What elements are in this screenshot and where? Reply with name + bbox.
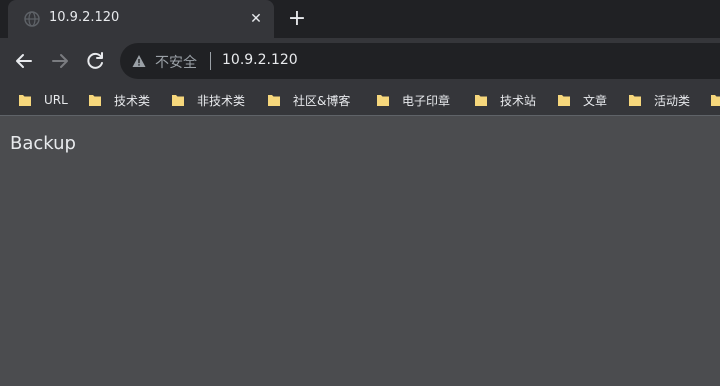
page-content: Backup [0, 116, 720, 386]
bookmark-tech[interactable]: 技术类 [88, 90, 150, 110]
bookmark-label: 活动类 [654, 93, 691, 108]
bookmark-label: 文章 [583, 93, 608, 108]
toolbar: 不安全 10.9.2.120 [0, 38, 720, 84]
tab-strip: 10.9.2.120 ✕ + [0, 0, 720, 38]
close-icon[interactable]: ✕ [246, 9, 266, 29]
bookmark-events[interactable]: 活动类 [628, 90, 690, 110]
bookmark-articles[interactable]: 文章 [557, 90, 607, 110]
bookmark-overflow-folder[interactable] [710, 90, 720, 110]
forward-arrow-icon[interactable] [48, 49, 72, 73]
security-label[interactable]: 不安全 [155, 52, 197, 72]
bookmark-non-tech[interactable]: 非技术类 [171, 90, 245, 110]
bookmark-label: 社区&博客 [293, 93, 351, 108]
bookmarks-bar: URL 技术类 非技术类 社区&博客 电子印章 技术站 文章 活动类 [0, 84, 720, 116]
bookmark-label: 电子印章 [402, 93, 451, 108]
warning-triangle-icon[interactable] [132, 54, 146, 68]
bookmark-url[interactable]: URL [18, 90, 68, 110]
divider [210, 52, 211, 70]
folder-icon [89, 95, 101, 106]
folder-icon [711, 95, 720, 106]
back-arrow-icon[interactable] [12, 49, 36, 73]
reload-icon[interactable] [83, 49, 107, 73]
tab-title: 10.9.2.120 [49, 10, 120, 25]
bookmark-label: 技术类 [114, 93, 151, 108]
folder-icon [19, 95, 31, 106]
folder-icon [377, 95, 389, 106]
browser-tab[interactable]: 10.9.2.120 ✕ [8, 0, 274, 38]
bookmark-label: 非技术类 [197, 93, 246, 108]
bookmark-community-blog[interactable]: 社区&博客 [267, 90, 350, 110]
address-bar[interactable]: 不安全 10.9.2.120 [120, 43, 720, 79]
folder-icon [172, 95, 184, 106]
url-text[interactable]: 10.9.2.120 [222, 52, 298, 68]
folder-icon [629, 95, 641, 106]
folder-icon [268, 95, 280, 106]
bookmark-e-seal[interactable]: 电子印章 [376, 90, 450, 110]
bookmark-label: URL [44, 93, 68, 107]
bookmark-tech-sites[interactable]: 技术站 [474, 90, 536, 110]
bookmark-label: 技术站 [500, 93, 537, 108]
globe-icon [24, 11, 40, 27]
folder-icon [475, 95, 487, 106]
folder-icon [558, 95, 570, 106]
page-text: Backup [10, 133, 76, 154]
new-tab-button[interactable]: + [284, 7, 310, 31]
